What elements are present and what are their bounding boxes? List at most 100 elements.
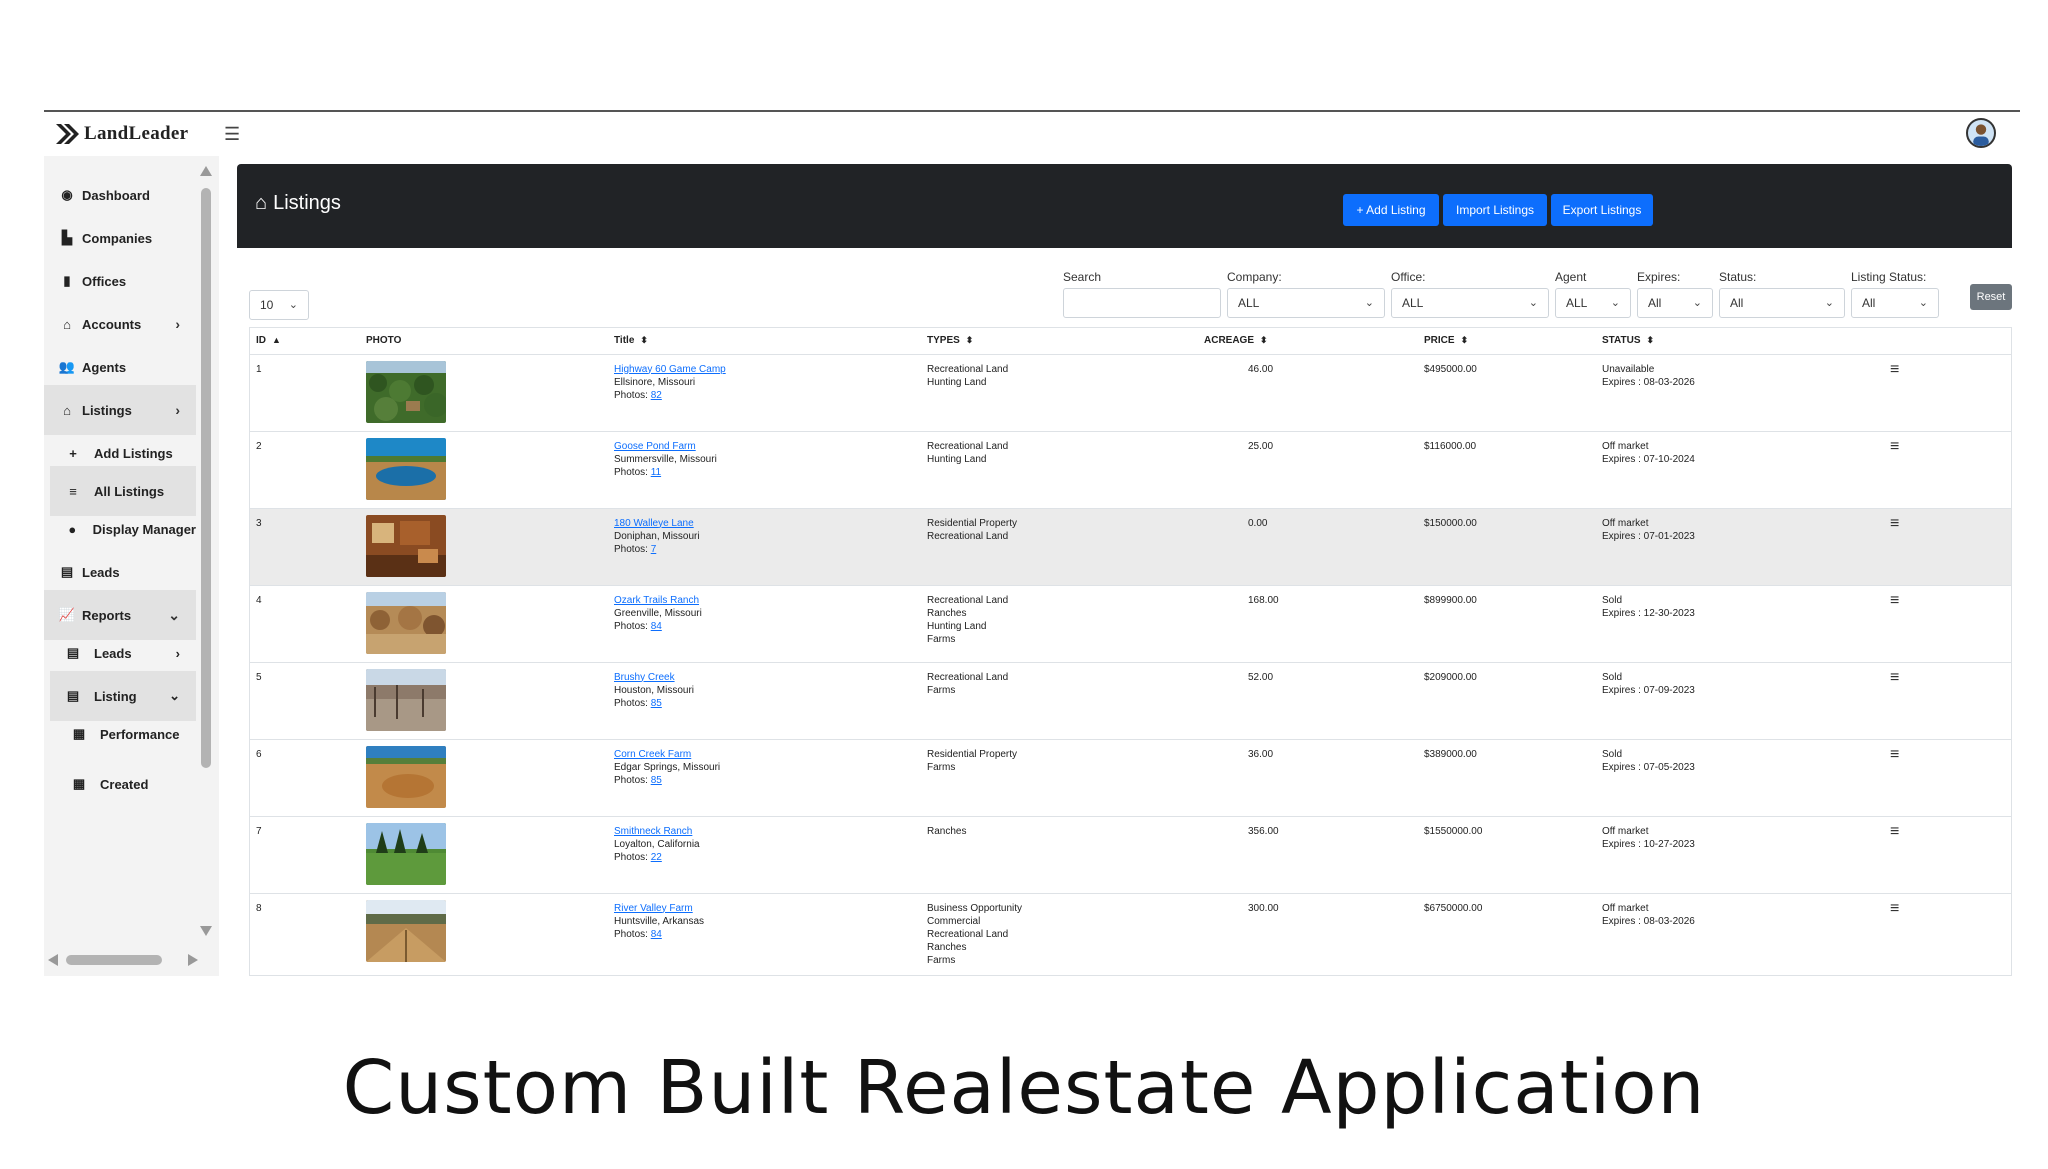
listing-status: Off market xyxy=(1602,517,1649,529)
listing-photo[interactable] xyxy=(366,822,446,885)
photos-count-link[interactable]: 11 xyxy=(651,467,661,478)
search-input[interactable] xyxy=(1063,288,1221,318)
cell-title: Corn Creek Farm Edgar Springs, Missouri … xyxy=(608,739,921,816)
cell-acreage: 46.00 xyxy=(1248,363,1274,375)
listing-expires: Expires : 12-30-2023 xyxy=(1602,607,1695,619)
listing-title-link[interactable]: River Valley Farm xyxy=(614,902,915,915)
listing-status-select[interactable]: All ⌄ xyxy=(1851,288,1939,318)
listing-photo[interactable] xyxy=(366,360,446,423)
listing-expires: Expires : 07-10-2024 xyxy=(1602,453,1695,465)
table-row[interactable]: 7 Smithneck Ranch Loyalton, California P… xyxy=(250,816,2011,893)
row-actions-menu-icon[interactable]: ≡ xyxy=(1872,662,2011,739)
sort-asc-icon: ▲ xyxy=(272,335,281,346)
cell-price: $759000.00 xyxy=(1418,975,1596,976)
sidebar-horizontal-scrollbar[interactable] xyxy=(48,953,198,967)
photos-count-link[interactable]: 7 xyxy=(651,544,657,555)
column-header-status[interactable]: STATUS ⬍ xyxy=(1596,328,1872,355)
listings-table: ID ▲ PHOTO Title ⬍ TYPES ⬍ ACREAGE ⬍ PRICE ⬍ … xyxy=(249,327,2012,976)
expires-select[interactable]: All ⌄ xyxy=(1637,288,1713,318)
agent-select[interactable]: ALL ⌄ xyxy=(1555,288,1631,318)
row-actions-menu-icon[interactable]: ≡ xyxy=(1872,508,2011,585)
column-header-price[interactable]: PRICE ⬍ xyxy=(1418,328,1596,355)
table-row[interactable]: 5 Brushy Creek Houston, Missouri Photos:… xyxy=(250,662,2011,739)
column-header-types[interactable]: TYPES ⬍ xyxy=(921,328,1198,355)
photos-count-link[interactable]: 22 xyxy=(651,852,662,863)
photos-count-link[interactable]: 82 xyxy=(651,390,662,401)
listing-title-link[interactable]: 180 Walleye Lane xyxy=(614,517,915,530)
row-actions-menu-icon[interactable]: ≡ xyxy=(1872,975,2011,976)
table-row[interactable]: 4 Ozark Trails Ranch Greenville, Missour… xyxy=(250,585,2011,662)
document-icon: ▤ xyxy=(66,645,80,660)
page-size-select[interactable]: 10 ⌄ xyxy=(249,290,309,320)
cell-id: 9 xyxy=(250,975,360,976)
scrollbar-thumb[interactable] xyxy=(66,955,162,965)
table-row[interactable]: 8 River Valley Farm Huntsville, Arkansas… xyxy=(250,893,2011,975)
listing-title-link[interactable]: Ozark Trails Ranch xyxy=(614,594,915,607)
listing-photo[interactable] xyxy=(366,745,446,808)
agent-value: ALL xyxy=(1566,296,1588,310)
listing-title-link[interactable]: Goose Pond Farm xyxy=(614,440,915,453)
table-row[interactable]: 2 Goose Pond Farm Summersville, Missouri… xyxy=(250,431,2011,508)
user-avatar[interactable] xyxy=(1966,118,1996,148)
row-actions-menu-icon[interactable]: ≡ xyxy=(1872,739,2011,816)
cell-status: Off market Expires : 10-27-2023 xyxy=(1596,816,1872,893)
photos-count-link[interactable]: 85 xyxy=(651,775,662,786)
cell-status: Off market Expires : 08-03-2026 xyxy=(1596,893,1872,975)
row-actions-menu-icon[interactable]: ≡ xyxy=(1872,585,2011,662)
import-listings-button[interactable]: Import Listings xyxy=(1443,194,1547,226)
scroll-left-icon[interactable] xyxy=(48,954,58,966)
column-header-id[interactable]: ID ▲ xyxy=(250,328,360,355)
photos-count-link[interactable]: 84 xyxy=(651,621,662,632)
reset-button[interactable]: Reset xyxy=(1970,284,2012,310)
photos-count-link[interactable]: 85 xyxy=(651,698,662,709)
expires-label: Expires: xyxy=(1637,270,1681,284)
row-actions-menu-icon[interactable]: ≡ xyxy=(1872,431,2011,508)
row-actions-menu-icon[interactable]: ≡ xyxy=(1872,893,2011,975)
company-select[interactable]: ALL ⌄ xyxy=(1227,288,1385,318)
listing-status: Sold xyxy=(1602,748,1623,760)
listing-type: Farms xyxy=(927,684,956,696)
table-row[interactable]: 9 2740 Jumpoff Joe Cre Residential Prope… xyxy=(250,975,2011,976)
sidebar-vertical-scrollbar[interactable] xyxy=(199,166,213,946)
chevron-down-icon: ⌄ xyxy=(1692,297,1702,309)
table-row[interactable]: 6 Corn Creek Farm Edgar Springs, Missour… xyxy=(250,739,2011,816)
cell-price: $116000.00 xyxy=(1424,440,1477,452)
photos-count-link[interactable]: 84 xyxy=(651,929,662,940)
add-listing-button[interactable]: + Add Listing xyxy=(1343,194,1439,226)
listing-photo[interactable] xyxy=(366,668,446,731)
cell-photo xyxy=(360,816,608,893)
company-value: ALL xyxy=(1238,296,1260,310)
listing-photo[interactable] xyxy=(366,514,446,577)
listing-photo[interactable] xyxy=(366,899,446,962)
cell-price: $495000.00 xyxy=(1424,363,1477,375)
cell-id: 5 xyxy=(256,671,262,683)
document-icon: ▤ xyxy=(66,688,80,703)
sidebar-item-created[interactable]: ▦ Created xyxy=(44,759,196,809)
brand-logo[interactable]: LandLeader xyxy=(56,120,188,148)
listing-location: Edgar Springs, Missouri xyxy=(614,761,721,773)
table-row[interactable]: 3 180 Walleye Lane Doniphan, Missouri Ph… xyxy=(250,508,2011,585)
sidebar-item-label: Offices xyxy=(82,273,127,289)
column-header-acreage[interactable]: ACREAGE ⬍ xyxy=(1198,328,1418,355)
listing-title-link[interactable]: Highway 60 Game Camp xyxy=(614,363,915,376)
scrollbar-thumb[interactable] xyxy=(201,188,211,768)
listing-title-link[interactable]: Smithneck Ranch xyxy=(614,825,915,838)
scroll-up-icon[interactable] xyxy=(200,166,212,176)
menu-toggle-icon[interactable]: ☰ xyxy=(224,124,240,145)
scroll-down-icon[interactable] xyxy=(200,926,212,936)
listing-title-link[interactable]: Corn Creek Farm xyxy=(614,748,915,761)
row-actions-menu-icon[interactable]: ≡ xyxy=(1872,816,2011,893)
sidebar-item-performance[interactable]: ▦ Performance xyxy=(44,709,196,759)
cell-id: 7 xyxy=(256,825,262,837)
export-listings-button[interactable]: Export Listings xyxy=(1551,194,1653,226)
scroll-right-icon[interactable] xyxy=(188,954,198,966)
office-select[interactable]: ALL ⌄ xyxy=(1391,288,1549,318)
listing-title-link[interactable]: Brushy Creek xyxy=(614,671,915,684)
column-header-title[interactable]: Title ⬍ xyxy=(608,328,921,355)
row-actions-menu-icon[interactable]: ≡ xyxy=(1872,354,2011,431)
status-select[interactable]: All ⌄ xyxy=(1719,288,1845,318)
cell-title: 180 Walleye Lane Doniphan, Missouri Phot… xyxy=(608,508,921,585)
table-row[interactable]: 1 Highway 60 Game Camp Ellsinore, Missou… xyxy=(250,354,2011,431)
listing-photo[interactable] xyxy=(366,437,446,500)
listing-photo[interactable] xyxy=(366,591,446,654)
